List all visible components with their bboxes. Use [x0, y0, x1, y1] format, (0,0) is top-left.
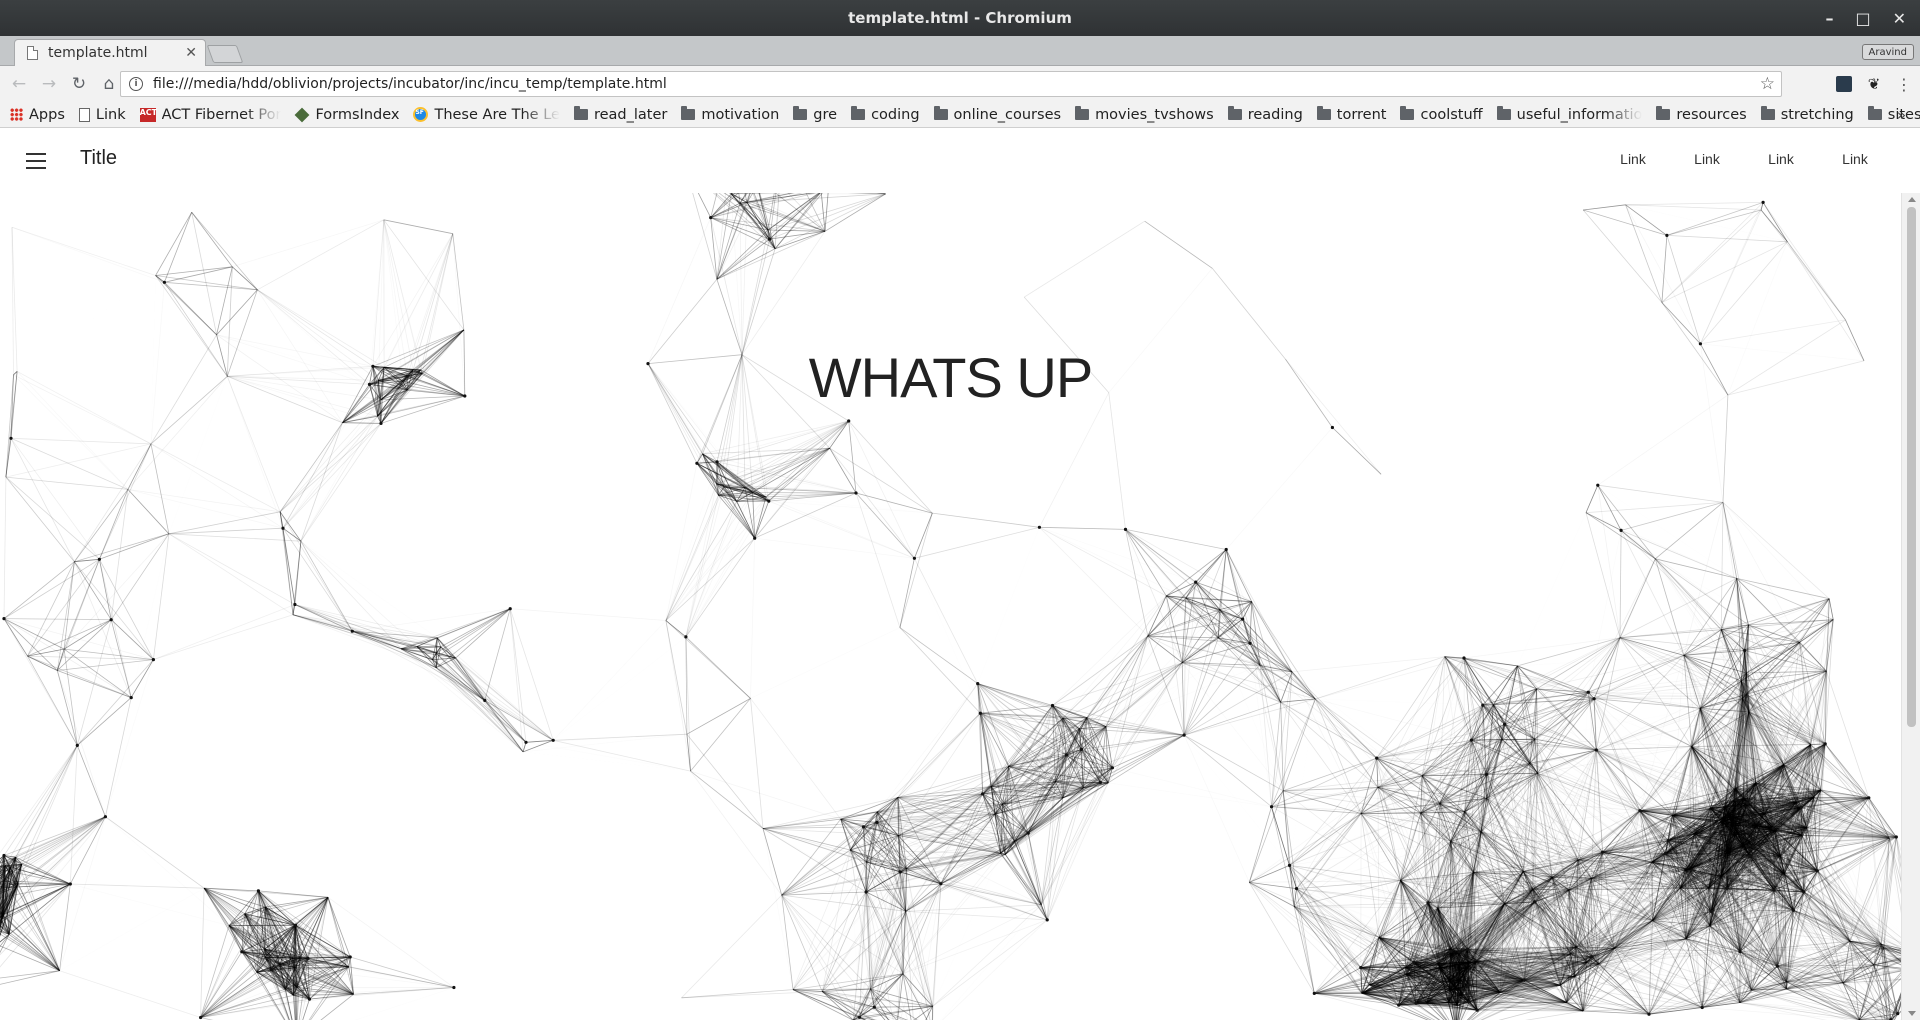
- address-bar[interactable]: i file:///media/hdd/oblivion/projects/in…: [120, 71, 1782, 97]
- bookmark-label: reading: [1247, 106, 1303, 123]
- bookmark-item[interactable]: coding: [851, 106, 920, 123]
- window-title: template.html - Chromium: [848, 9, 1072, 27]
- bookmark-item[interactable]: sites: [1867, 106, 1920, 123]
- folder-icon: [681, 106, 696, 120]
- folder-icon: [793, 106, 808, 120]
- more-bookmarks-icon[interactable]: »: [1897, 106, 1906, 124]
- bookmark-label: Link: [95, 106, 126, 123]
- folder-icon: [1496, 106, 1511, 120]
- folder-icon: [1075, 106, 1090, 120]
- sf-icon: SF: [413, 107, 429, 122]
- bookmark-item[interactable]: motivation: [681, 106, 780, 123]
- folder-icon: [1656, 106, 1671, 120]
- window-controls: – □ ✕: [1825, 0, 1906, 36]
- bookmark-label: Apps: [29, 106, 65, 123]
- maximize-icon[interactable]: □: [1855, 9, 1870, 28]
- scroll-up-icon[interactable]: [1908, 197, 1916, 202]
- folder-icon: [1760, 106, 1775, 120]
- folder-icon: [933, 106, 948, 120]
- nav-link-3[interactable]: Link: [1767, 151, 1795, 167]
- new-tab-button[interactable]: [206, 45, 244, 63]
- bookmark-item[interactable]: FormsIndex: [295, 107, 399, 123]
- nav-link-2[interactable]: Link: [1693, 151, 1721, 167]
- bookmark-item[interactable]: Apps: [10, 107, 65, 123]
- extension-icon[interactable]: [1836, 76, 1852, 92]
- bookmark-label: coding: [871, 106, 920, 123]
- bookmark-item[interactable]: reading: [1227, 106, 1303, 123]
- back-icon[interactable]: ←: [4, 69, 34, 99]
- reload-icon[interactable]: ↻: [64, 69, 94, 99]
- nav-link-1[interactable]: Link: [1619, 151, 1647, 167]
- folder-icon: [1227, 106, 1242, 120]
- bookmark-label: coolstuff: [1420, 106, 1483, 123]
- bookmark-item[interactable]: movies_tvshows: [1075, 106, 1214, 123]
- info-icon[interactable]: i: [129, 77, 143, 91]
- minimize-icon[interactable]: –: [1825, 9, 1833, 28]
- hamburger-menu-icon[interactable]: [26, 153, 46, 169]
- folder-icon: [1400, 106, 1415, 120]
- bookmark-item[interactable]: resources: [1656, 106, 1747, 123]
- folder-icon: [851, 106, 866, 120]
- bookmark-label: movies_tvshows: [1095, 106, 1214, 123]
- bookmark-label: FormsIndex: [315, 106, 400, 123]
- forms-icon: [295, 107, 310, 122]
- bookmark-label: online_courses: [953, 106, 1062, 123]
- window-titlebar: template.html - Chromium – □ ✕: [0, 0, 1920, 36]
- bookmark-label: torrent: [1336, 106, 1387, 123]
- bookmark-item[interactable]: ACT ACT Fibernet Por: [139, 106, 282, 123]
- bookmark-label: read_later: [593, 106, 668, 123]
- gnome-extension-icon[interactable]: ❦: [1866, 76, 1882, 92]
- folder-icon: [1316, 106, 1331, 120]
- app-title: Title: [80, 147, 118, 169]
- bookmarks-bar: Apps Link ACT ACT Fibernet Por FormsIndex SF T…: [0, 102, 1920, 128]
- particle-network-background: [0, 193, 1901, 1020]
- bookmark-label: gre: [813, 106, 838, 123]
- network-lines: [0, 193, 1901, 1020]
- bookmark-label: ACT Fibernet Por: [161, 106, 282, 123]
- bookmark-item[interactable]: useful_informatio: [1496, 106, 1643, 123]
- bookmark-item[interactable]: SF These Are The Le: [413, 106, 560, 123]
- close-icon[interactable]: ✕: [1893, 9, 1906, 28]
- tab-close-icon[interactable]: ✕: [185, 45, 197, 61]
- scroll-down-icon[interactable]: [1908, 1011, 1916, 1016]
- bookmark-item[interactable]: gre: [793, 106, 838, 123]
- act-icon: ACT: [139, 107, 157, 122]
- bookmark-item[interactable]: read_later: [573, 106, 668, 123]
- bookmark-label: useful_informatio: [1516, 106, 1643, 123]
- menu-icon[interactable]: ⋮: [1896, 75, 1912, 94]
- url-text[interactable]: file:///media/hdd/oblivion/projects/incu…: [153, 76, 1760, 92]
- hero-heading: WHATS UP: [808, 346, 1093, 409]
- tab-label: template.html: [48, 45, 148, 61]
- nav-links: Link Link Link Link: [1619, 151, 1869, 167]
- tab-strip: template.html ✕ Aravind: [0, 36, 1920, 66]
- extensions-area: ❦ ⋮: [1836, 71, 1912, 97]
- bookmark-item[interactable]: online_courses: [933, 106, 1062, 123]
- bookmark-item[interactable]: coolstuff: [1400, 106, 1483, 123]
- bookmark-item[interactable]: stretching: [1760, 106, 1854, 123]
- bookmark-item[interactable]: torrent: [1316, 106, 1387, 123]
- bookmark-label: stretching: [1780, 106, 1854, 123]
- web-page: Title Link Link Link Link WHATS UP: [0, 129, 1920, 1020]
- forward-icon[interactable]: →: [34, 69, 64, 99]
- bookmark-label: motivation: [701, 106, 780, 123]
- browser-toolbar: ← → ↻ ⌂ i file:///media/hdd/oblivion/pro…: [0, 66, 1920, 102]
- bookmark-label: These Are The Le: [434, 106, 560, 123]
- bookmark-star-icon[interactable]: ☆: [1760, 74, 1775, 94]
- bookmark-item[interactable]: Link: [78, 106, 126, 123]
- apps-grid-icon: [10, 108, 23, 121]
- bookmark-label: resources: [1676, 106, 1747, 123]
- tab-template-html[interactable]: template.html ✕: [14, 39, 206, 66]
- page-icon: [78, 107, 90, 122]
- document-icon: [27, 46, 38, 60]
- profile-button[interactable]: Aravind: [1861, 44, 1914, 60]
- scroll-thumb[interactable]: [1907, 207, 1916, 727]
- folder-icon: [573, 106, 588, 120]
- folder-icon: [1867, 106, 1882, 120]
- page-scrollbar[interactable]: [1901, 193, 1920, 1020]
- app-bar: Title Link Link Link Link: [0, 129, 1901, 193]
- nav-link-4[interactable]: Link: [1841, 151, 1869, 167]
